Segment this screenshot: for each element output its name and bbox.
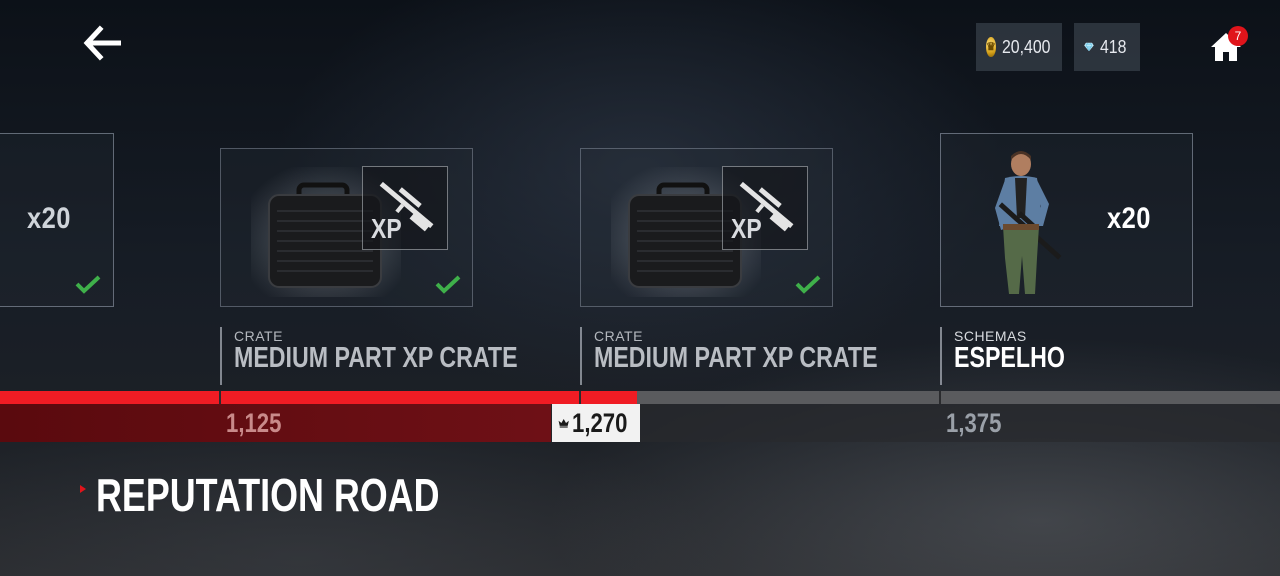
check-icon — [435, 275, 461, 294]
diamond-icon — [1084, 42, 1094, 52]
reward-name: ESPELHO — [954, 342, 1065, 374]
current-reputation: 1,270 — [552, 404, 640, 442]
reward-label-4: SCHEMAS ESPELHO — [940, 327, 1093, 385]
back-button[interactable] — [80, 24, 126, 62]
reward-label-2: CRATE MEDIUM PART XP CRATE — [220, 327, 588, 385]
gem-value: 418 — [1099, 36, 1127, 57]
check-icon — [795, 275, 821, 294]
page-title: REPUTATION ROAD — [96, 469, 440, 521]
milestone-value: 1,125 — [226, 408, 282, 438]
progress-fill — [0, 391, 637, 404]
milestone-tick — [219, 391, 221, 404]
crown-coin-icon: ♛ — [986, 37, 996, 57]
xp-text: XP — [371, 213, 402, 244]
milestone-value: 1,375 — [946, 408, 1002, 438]
check-icon — [75, 275, 101, 294]
milestone-tick — [939, 391, 941, 404]
current-value: 1,270 — [572, 407, 628, 438]
reward-card-1[interactable]: x20 — [0, 133, 114, 307]
reward-quantity: x20 — [27, 202, 71, 235]
reward-quantity: x20 — [1107, 202, 1151, 235]
reward-card-2[interactable]: XP — [220, 148, 473, 307]
reputation-road-screen: { "header": { "back_icon": "arrow-left-i… — [0, 0, 1280, 576]
gem-balance[interactable]: 418 — [1074, 23, 1140, 71]
reward-name: MEDIUM PART XP CRATE — [594, 342, 878, 374]
xp-badge: XP — [362, 166, 448, 250]
xp-text: XP — [731, 213, 762, 244]
milestone-tick — [579, 391, 581, 404]
reward-name: MEDIUM PART XP CRATE — [234, 342, 518, 374]
reward-card-3[interactable]: XP — [580, 148, 833, 307]
xp-badge: XP — [722, 166, 808, 250]
character-portrait — [995, 151, 1062, 294]
notification-badge: 7 — [1228, 26, 1248, 46]
coin-value: 20,400 — [1001, 36, 1051, 57]
reward-card-4[interactable]: x20 — [940, 133, 1193, 307]
coin-balance[interactable]: ♛ 20,400 — [976, 23, 1062, 71]
reward-label-3: CRATE MEDIUM PART XP CRATE — [580, 327, 948, 385]
arrow-left-icon — [83, 25, 121, 61]
title-marker-icon — [80, 485, 86, 493]
crown-icon — [558, 419, 569, 428]
